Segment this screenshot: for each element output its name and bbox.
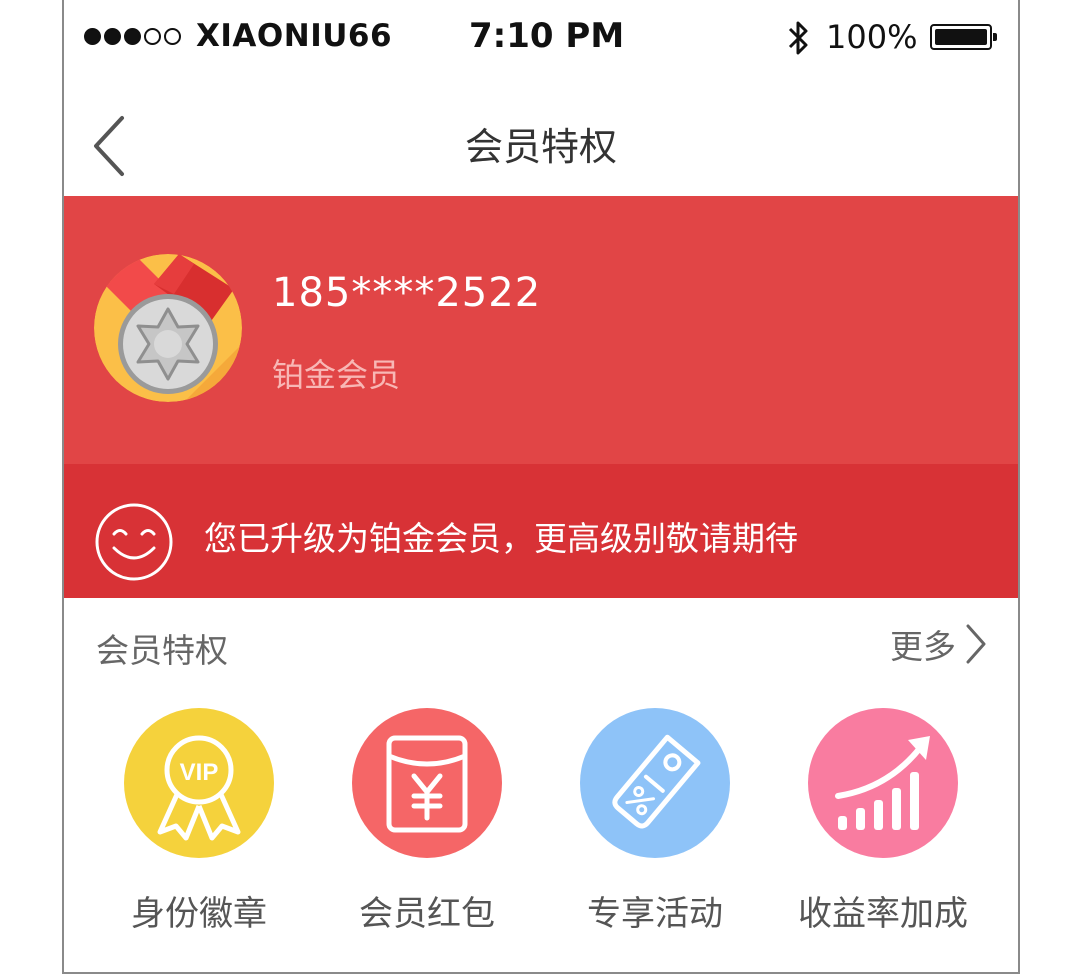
carrier-name: XIAONIU66	[196, 18, 393, 54]
privilege-identity-badge[interactable]: VIP 身份徽章	[94, 708, 304, 935]
phone-screen: XIAONIU66 7:10 PM 100% 会员特权 185****2522 …	[62, 0, 1020, 974]
vip-badge-icon: VIP	[124, 708, 274, 858]
navigation-bar: 会员特权	[64, 78, 1018, 196]
notice-text: 您已升级为铂金会员，更高级别敬请期待	[204, 519, 798, 558]
privilege-exclusive-activity[interactable]: 专享活动	[550, 708, 760, 935]
status-time: 7:10 PM	[469, 16, 625, 56]
privilege-yield-bonus[interactable]: 收益率加成	[778, 708, 988, 935]
member-phone: 185****2522	[272, 270, 542, 316]
member-level: 铂金会员	[272, 356, 401, 394]
discount-tag-icon	[580, 708, 730, 858]
status-bar: XIAONIU66 7:10 PM 100%	[64, 0, 1018, 78]
rising-chart-icon	[808, 708, 958, 858]
svg-text:VIP: VIP	[180, 759, 219, 786]
signal-dot	[124, 28, 141, 45]
privilege-label: 会员红包	[359, 894, 495, 934]
signal-strength-icon	[84, 28, 181, 45]
bluetooth-icon	[788, 21, 808, 55]
privilege-label: 身份徽章	[131, 894, 267, 934]
signal-dot	[84, 28, 101, 45]
signal-dot	[144, 28, 161, 45]
privilege-label: 专享活动	[587, 894, 723, 934]
privilege-member-red-envelope[interactable]: 会员红包	[322, 708, 532, 935]
signal-dot	[104, 28, 121, 45]
battery-icon	[930, 24, 997, 50]
upgrade-notice: 您已升级为铂金会员，更高级别敬请期待	[64, 464, 1018, 598]
battery-percentage: 100%	[826, 18, 918, 56]
smile-face-icon	[95, 503, 173, 581]
more-label: 更多	[890, 627, 956, 666]
section-title: 会员特权	[96, 631, 228, 670]
more-link[interactable]: 更多	[890, 620, 988, 668]
chevron-right-icon	[966, 624, 986, 664]
member-header: 185****2522 铂金会员	[64, 196, 1018, 464]
privileges-section: 会员特权 更多 VIP 身份徽章 会员红包 专享活动 收益率加成	[64, 598, 1018, 972]
platinum-medal-icon	[94, 254, 242, 402]
signal-dot	[164, 28, 181, 45]
privilege-label: 收益率加成	[798, 894, 968, 934]
page-title: 会员特权	[464, 125, 617, 169]
red-envelope-icon	[352, 708, 502, 858]
